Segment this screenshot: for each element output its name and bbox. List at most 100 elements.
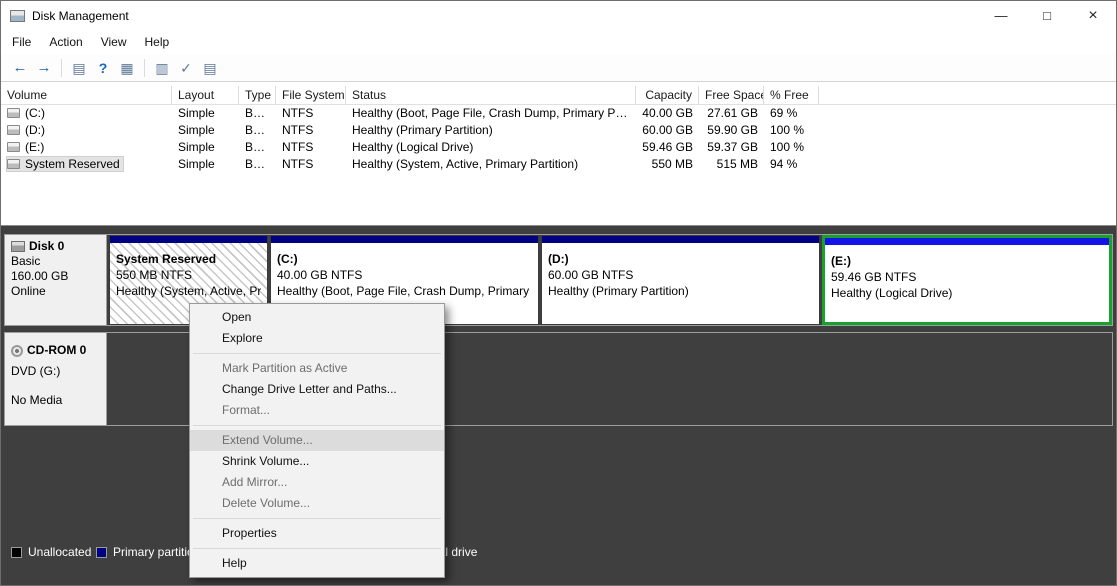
cell-volume: System Reserved — [1, 156, 172, 173]
cell-type: Basic — [239, 139, 276, 156]
menu-explore[interactable]: Explore — [190, 328, 444, 349]
maximize-button[interactable]: □ — [1024, 1, 1070, 31]
col-type[interactable]: Type — [239, 86, 276, 104]
toolbar: ← → ▤ ? ▦ ▥ ✓ ▤ — [1, 54, 1116, 82]
menu-separator — [193, 425, 441, 426]
cell-file-system: NTFS — [276, 105, 346, 122]
cell-file-system: NTFS — [276, 122, 346, 139]
volume-list: Volume Layout Type File System Status Ca… — [1, 86, 1116, 225]
menu-help[interactable]: Help — [136, 31, 179, 54]
context-menu: Open Explore Mark Partition as Active Ch… — [189, 303, 445, 578]
menu-format: Format... — [190, 400, 444, 421]
disk-management-window: Disk Management — □ × File Action View H… — [0, 0, 1117, 586]
help-icon[interactable]: ? — [91, 57, 115, 79]
action-pane-icon[interactable]: ▥ — [150, 57, 174, 79]
col-free-space[interactable]: Free Space — [699, 86, 764, 104]
col-status[interactable]: Status — [346, 86, 636, 104]
menu-shrink-volume[interactable]: Shrink Volume... — [190, 451, 444, 472]
partition-size: 59.46 GB NTFS — [831, 269, 1103, 285]
col-pct-free[interactable]: % Free — [764, 86, 819, 104]
volume-row-c[interactable]: (C:) Simple Basic NTFS Healthy (Boot, Pa… — [1, 105, 1116, 122]
volume-row-d[interactable]: (D:) Simple Basic NTFS Healthy (Primary … — [1, 122, 1116, 139]
close-button[interactable]: × — [1070, 1, 1116, 31]
legend-unallocated: Unallocated — [11, 545, 91, 559]
menu-separator — [193, 353, 441, 354]
cell-volume: (C:) — [1, 105, 172, 122]
legend: Unallocated Primary partition Extended p… — [1, 545, 1116, 561]
back-icon[interactable]: ← — [8, 57, 32, 79]
menu-mark-partition-active: Mark Partition as Active — [190, 358, 444, 379]
window-title: Disk Management — [32, 9, 129, 23]
volume-name: (D:) — [25, 123, 45, 137]
menu-item-help[interactable]: Help — [190, 553, 444, 574]
menu-separator — [193, 548, 441, 549]
check-disk-icon[interactable]: ✓ — [174, 57, 198, 79]
cell-file-system: NTFS — [276, 139, 346, 156]
legend-label: Unallocated — [28, 545, 91, 559]
partition-d[interactable]: (D:) 60.00 GB NTFS Healthy (Primary Part… — [541, 235, 820, 325]
legend-swatch-unallocated — [11, 547, 22, 558]
minimize-button[interactable]: — — [978, 1, 1024, 31]
menu-change-drive-letter[interactable]: Change Drive Letter and Paths... — [190, 379, 444, 400]
graphical-view: Disk 0 Basic 160.00 GB Online System Res… — [1, 225, 1116, 585]
cell-pct-free: 100 % — [764, 122, 819, 139]
cell-type: Basic — [239, 122, 276, 139]
cell-free-space: 515 MB — [699, 156, 764, 173]
col-volume[interactable]: Volume — [1, 86, 172, 104]
toolbar-separator — [144, 59, 145, 77]
volume-row-system-reserved[interactable]: System Reserved Simple Basic NTFS Health… — [1, 156, 1116, 173]
partition-color-strip — [271, 236, 538, 243]
cdrom-panel[interactable]: CD-ROM 0 DVD (G:) No Media — [5, 333, 107, 425]
partition-status: Healthy (Logical Drive) — [831, 285, 1103, 301]
partition-label: (E:) — [831, 253, 1103, 269]
menu-properties[interactable]: Properties — [190, 523, 444, 544]
selected-volume: System Reserved — [7, 157, 123, 171]
volume-name: (E:) — [25, 140, 44, 154]
console-tree-icon[interactable]: ▤ — [67, 57, 91, 79]
cdrom-name: CD-ROM 0 — [27, 343, 86, 358]
cell-layout: Simple — [172, 122, 239, 139]
toolbar-separator — [61, 59, 62, 77]
cdrom-row: CD-ROM 0 DVD (G:) No Media — [4, 332, 1113, 426]
partition-status: Healthy (Primary Partition) — [548, 283, 813, 299]
cell-status: Healthy (Boot, Page File, Crash Dump, Pr… — [346, 105, 636, 122]
volume-icon — [7, 142, 20, 152]
disk-status: Online — [11, 284, 100, 299]
disk-kind: Basic — [11, 254, 100, 269]
partition-e[interactable]: (E:) 59.46 GB NTFS Healthy (Logical Driv… — [822, 235, 1112, 325]
cell-layout: Simple — [172, 139, 239, 156]
partition-label: System Reserved — [116, 251, 261, 267]
volume-icon — [7, 159, 20, 169]
menubar: File Action View Help — [1, 31, 1116, 54]
menu-view[interactable]: View — [92, 31, 136, 54]
volume-icon — [7, 108, 20, 118]
menu-file[interactable]: File — [3, 31, 40, 54]
menu-add-mirror: Add Mirror... — [190, 472, 444, 493]
partition-color-strip — [542, 236, 819, 243]
cdrom-status: No Media — [11, 393, 100, 408]
cell-file-system: NTFS — [276, 156, 346, 173]
window-controls: — □ × — [978, 1, 1116, 31]
report-icon[interactable]: ▤ — [198, 57, 222, 79]
disk-size: 160.00 GB — [11, 269, 100, 284]
export-list-icon[interactable]: ▦ — [115, 57, 139, 79]
volume-row-e[interactable]: (E:) Simple Basic NTFS Healthy (Logical … — [1, 139, 1116, 156]
menu-delete-volume: Delete Volume... — [190, 493, 444, 514]
disk-name: Disk 0 — [29, 239, 64, 254]
cell-pct-free: 69 % — [764, 105, 819, 122]
col-capacity[interactable]: Capacity — [636, 86, 699, 104]
partition-status: Healthy (System, Active, Primary Partiti… — [116, 283, 261, 299]
menu-action[interactable]: Action — [40, 31, 91, 54]
menu-open[interactable]: Open — [190, 307, 444, 328]
cell-layout: Simple — [172, 105, 239, 122]
partition-size: 60.00 GB NTFS — [548, 267, 813, 283]
cell-free-space: 59.90 GB — [699, 122, 764, 139]
cell-layout: Simple — [172, 156, 239, 173]
disk0-panel[interactable]: Disk 0 Basic 160.00 GB Online — [5, 235, 107, 325]
partition-color-strip — [825, 238, 1109, 245]
col-layout[interactable]: Layout — [172, 86, 239, 104]
col-file-system[interactable]: File System — [276, 86, 346, 104]
partition-label: (C:) — [277, 251, 532, 267]
forward-icon[interactable]: → — [32, 57, 56, 79]
cd-icon — [11, 345, 23, 357]
